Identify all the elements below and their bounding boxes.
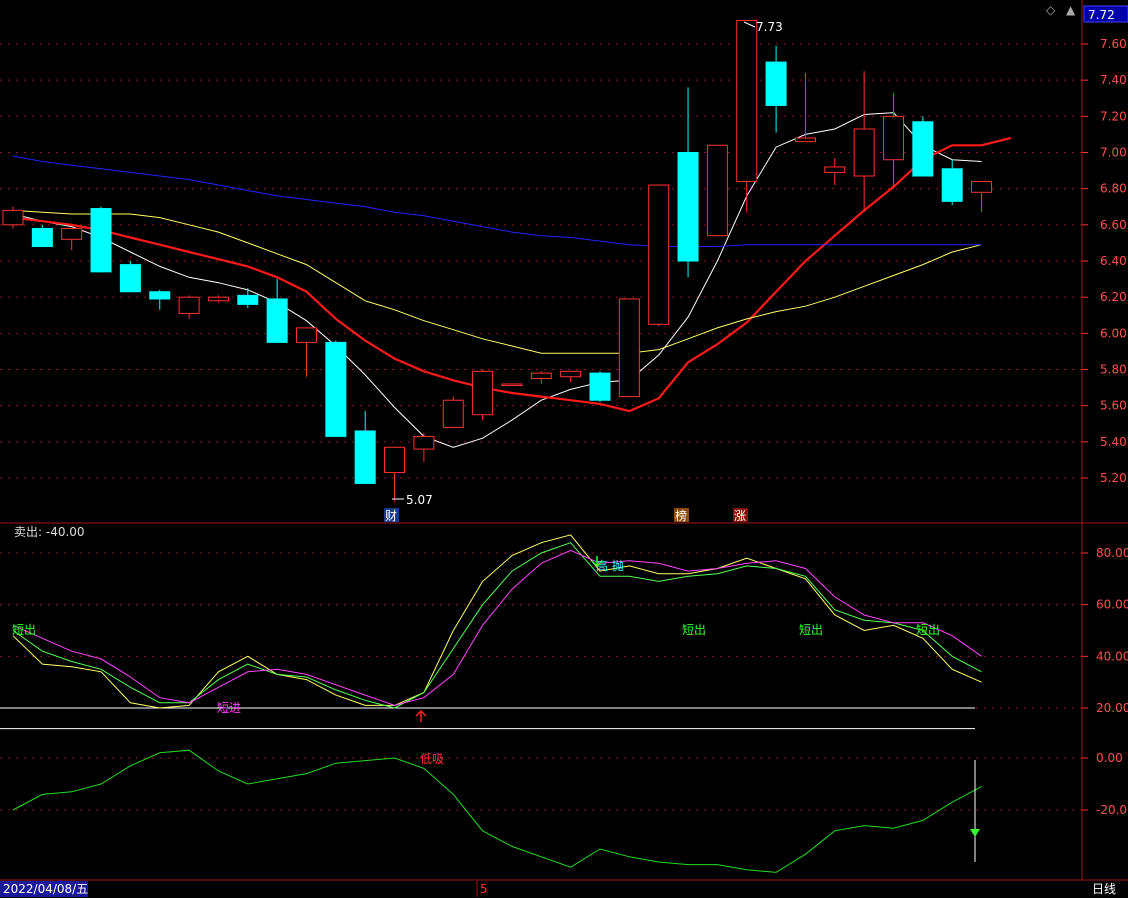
current-price: 7.72 bbox=[1088, 8, 1115, 22]
y-tick-label: 20.00 bbox=[1096, 701, 1128, 715]
scroll-up-icon[interactable]: ▲ bbox=[1066, 3, 1076, 17]
candle-up bbox=[794, 137, 816, 143]
candle-down bbox=[765, 61, 787, 106]
y-tick-label: 6.80 bbox=[1100, 182, 1127, 196]
candle-down bbox=[325, 341, 347, 437]
candle-up bbox=[384, 446, 406, 474]
stock-chart: 7.60 7.40 7.20 7.00 6.80 6.60 6.40 6.20 6.00 5.80… bbox=[0, 0, 1128, 898]
candle-up bbox=[61, 227, 83, 240]
high-label: 7.73 bbox=[756, 20, 783, 34]
candle-up bbox=[530, 372, 552, 380]
annotation-high-sell: 高 抛 bbox=[596, 558, 624, 573]
y-tick-label: -20.00 bbox=[1096, 803, 1128, 817]
annotation-buy-low: 低吸 bbox=[420, 752, 444, 766]
candle-up bbox=[178, 296, 200, 314]
annotation-short-sell-2: 短出 bbox=[682, 623, 706, 637]
event-marker-finance[interactable]: 财 bbox=[385, 509, 397, 523]
candle-down bbox=[941, 168, 963, 202]
candle-up bbox=[853, 128, 875, 177]
month-marker: 5 bbox=[480, 882, 488, 896]
y-tick-label: 40.00 bbox=[1096, 649, 1128, 663]
y-tick-label: 7.00 bbox=[1100, 146, 1127, 160]
annotation-short-sell-4: 短出 bbox=[916, 623, 940, 637]
candle-down bbox=[119, 264, 141, 293]
y-tick-label: 7.20 bbox=[1100, 109, 1127, 123]
y-tick-label: 5.20 bbox=[1100, 471, 1127, 485]
chart-background bbox=[0, 0, 1128, 898]
current-date: 2022/04/08/五 bbox=[3, 882, 88, 896]
candle-down bbox=[31, 227, 53, 248]
candle-up bbox=[706, 144, 728, 237]
annotation-short-sell-1: 短出 bbox=[12, 623, 36, 637]
y-tick-label: 7.40 bbox=[1100, 73, 1127, 87]
panel2-title: 卖出: -40.00 bbox=[14, 525, 85, 539]
candle-up bbox=[560, 370, 582, 378]
event-marker-list[interactable]: 榜 bbox=[675, 508, 687, 523]
annotation-short-sell-3: 短出 bbox=[799, 623, 823, 637]
y-tick-label: 6.00 bbox=[1100, 326, 1127, 340]
candle-up bbox=[824, 166, 846, 173]
candle-down bbox=[266, 298, 288, 343]
y-tick-label: 80.00 bbox=[1096, 546, 1128, 560]
y-tick-label: 6.60 bbox=[1100, 218, 1127, 232]
candle-up bbox=[501, 383, 523, 386]
candle-down bbox=[354, 430, 376, 484]
y-tick-label: 6.40 bbox=[1100, 254, 1127, 268]
y-tick-label: 7.60 bbox=[1100, 37, 1127, 51]
candle-up bbox=[472, 370, 494, 416]
y-tick-label: 0.00 bbox=[1096, 751, 1123, 765]
candle-up bbox=[296, 327, 317, 343]
candle-down bbox=[237, 294, 259, 305]
candle-up bbox=[971, 180, 993, 193]
y-tick-label: 5.80 bbox=[1100, 363, 1127, 377]
y-tick-label: 5.40 bbox=[1100, 435, 1127, 449]
candle-down bbox=[589, 372, 611, 401]
candle-up bbox=[207, 296, 229, 302]
period-selector[interactable]: 日线 bbox=[1092, 882, 1116, 896]
low-label: 5.07 bbox=[406, 493, 433, 507]
candle-up bbox=[442, 399, 464, 428]
candle-up bbox=[736, 19, 758, 182]
candle-down bbox=[912, 121, 934, 177]
candle-down bbox=[677, 152, 699, 262]
candle-up bbox=[648, 184, 670, 325]
candle-down bbox=[90, 208, 112, 273]
y-tick-label: 60.00 bbox=[1096, 598, 1128, 612]
candle-up bbox=[413, 435, 435, 450]
diamond-icon[interactable]: ◇ bbox=[1046, 3, 1056, 17]
y-tick-label: 6.20 bbox=[1100, 290, 1127, 304]
candle-up bbox=[2, 209, 24, 226]
annotation-short-buy: 短进 bbox=[217, 701, 241, 715]
candle-up bbox=[618, 298, 640, 398]
y-tick-label: 5.60 bbox=[1100, 399, 1127, 413]
candle-down bbox=[149, 291, 171, 300]
event-marker-limit-up[interactable]: 涨 bbox=[734, 508, 746, 523]
candle-up bbox=[883, 115, 904, 161]
